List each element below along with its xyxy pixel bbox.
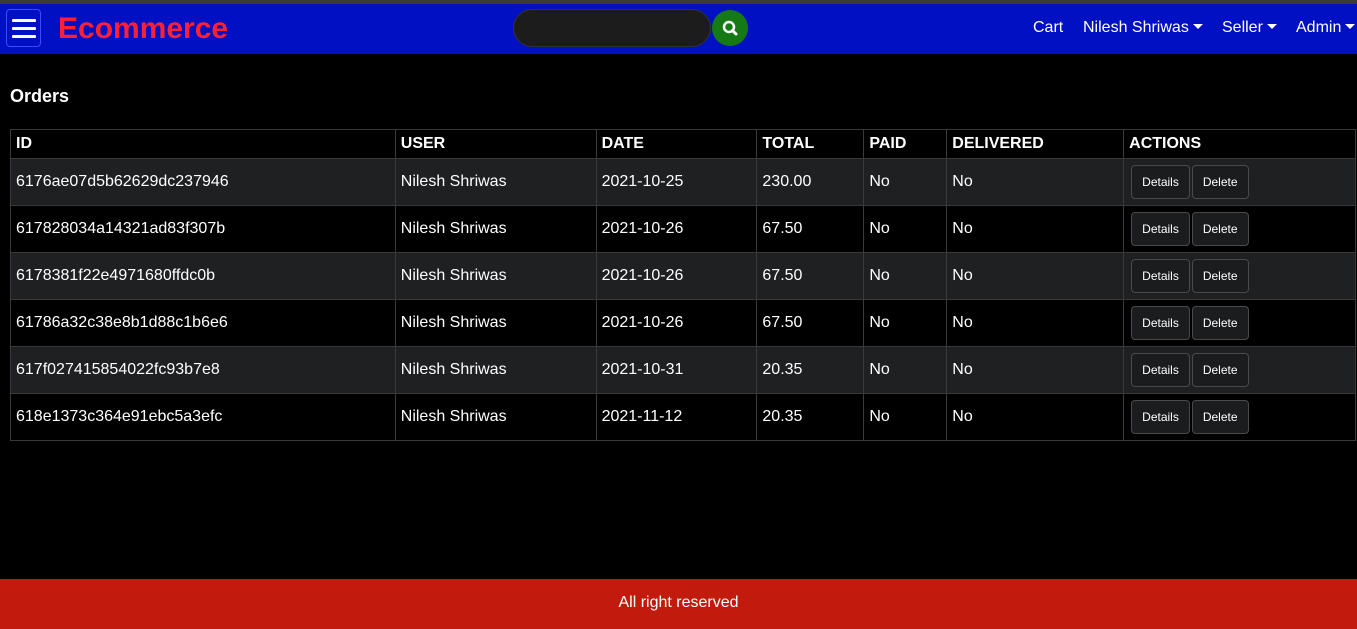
delete-button[interactable]: Delete [1191, 165, 1249, 199]
delete-button[interactable]: Delete [1191, 212, 1249, 246]
nav-admin-label: Admin [1296, 19, 1342, 36]
hamburger-icon-line [12, 19, 36, 22]
table-row: 6178381f22e4971680ffdc0b Nilesh Shriwas … [10, 252, 1356, 300]
cell-delivered: No [946, 393, 1125, 441]
search-input[interactable] [513, 9, 711, 47]
cell-user: Nilesh Shriwas [394, 346, 597, 394]
cell-user: Nilesh Shriwas [394, 158, 597, 206]
details-button[interactable]: Details [1131, 353, 1190, 387]
hamburger-menu-button[interactable] [6, 9, 41, 47]
cell-actions: Details Delete [1123, 299, 1356, 347]
search-icon [722, 20, 738, 36]
cell-actions: Details Delete [1123, 158, 1356, 206]
column-header-paid: PAID [863, 129, 948, 159]
table-row: 61786a32c38e8b1d88c1b6e6 Nilesh Shriwas … [10, 299, 1356, 347]
cell-total: 67.50 [756, 252, 865, 300]
cell-delivered: No [946, 299, 1125, 347]
cell-paid: No [863, 158, 948, 206]
cell-delivered: No [946, 158, 1125, 206]
nav-cart-link[interactable]: Cart [1033, 19, 1063, 37]
footer-text: All right reserved [618, 594, 739, 611]
search-button[interactable] [712, 10, 748, 46]
column-header-total: TOTAL [756, 129, 865, 159]
delete-button[interactable]: Delete [1191, 306, 1249, 340]
caret-down-icon [1345, 24, 1356, 29]
top-navbar: Ecommerce Cart Nilesh Shriwas Seller Adm… [0, 4, 1357, 54]
cell-actions: Details Delete [1123, 252, 1356, 300]
cell-date: 2021-11-12 [595, 393, 758, 441]
delete-button[interactable]: Delete [1191, 259, 1249, 293]
cell-id: 618e1373c364e91ebc5a3efc [10, 393, 396, 441]
cell-paid: No [863, 205, 948, 253]
cell-total: 67.50 [756, 299, 865, 347]
cell-paid: No [863, 299, 948, 347]
details-button[interactable]: Details [1131, 400, 1190, 434]
table-row: 6176ae07d5b62629dc237946 Nilesh Shriwas … [10, 158, 1356, 206]
hamburger-icon-line [12, 35, 36, 38]
nav-cart-label: Cart [1033, 19, 1064, 36]
column-header-id: ID [10, 129, 396, 159]
cell-total: 230.00 [756, 158, 865, 206]
caret-down-icon [1266, 24, 1277, 29]
details-button[interactable]: Details [1131, 165, 1190, 199]
cell-id: 617828034a14321ad83f307b [10, 205, 396, 253]
cell-date: 2021-10-26 [595, 205, 758, 253]
cell-actions: Details Delete [1123, 346, 1356, 394]
cell-total: 67.50 [756, 205, 865, 253]
cell-user: Nilesh Shriwas [394, 205, 597, 253]
cell-user: Nilesh Shriwas [394, 393, 597, 441]
details-button[interactable]: Details [1131, 212, 1190, 246]
nav-seller-label: Seller [1222, 19, 1263, 36]
cell-user: Nilesh Shriwas [394, 252, 597, 300]
table-row: 618e1373c364e91ebc5a3efc Nilesh Shriwas … [10, 393, 1356, 441]
cell-actions: Details Delete [1123, 205, 1356, 253]
cell-total: 20.35 [756, 346, 865, 394]
cell-delivered: No [946, 252, 1125, 300]
cell-date: 2021-10-26 [595, 252, 758, 300]
nav-user-label: Nilesh Shriwas [1083, 19, 1189, 36]
table-row: 617828034a14321ad83f307b Nilesh Shriwas … [10, 205, 1356, 253]
column-header-user: USER [394, 129, 597, 159]
cell-user: Nilesh Shriwas [394, 299, 597, 347]
cell-date: 2021-10-25 [595, 158, 758, 206]
column-header-delivered: DELIVERED [946, 129, 1125, 159]
nav-user-dropdown[interactable]: Nilesh Shriwas [1083, 19, 1203, 37]
cell-id: 6178381f22e4971680ffdc0b [10, 252, 396, 300]
cell-id: 6176ae07d5b62629dc237946 [10, 158, 396, 206]
cell-paid: No [863, 252, 948, 300]
cell-actions: Details Delete [1123, 393, 1356, 441]
caret-down-icon [1192, 24, 1203, 29]
cell-delivered: No [946, 346, 1125, 394]
orders-table: ID USER DATE TOTAL PAID DELIVERED ACTION… [10, 129, 1356, 441]
page-footer: All right reserved [0, 579, 1357, 629]
cell-paid: No [863, 346, 948, 394]
column-header-date: DATE [595, 129, 758, 159]
cell-delivered: No [946, 205, 1125, 253]
cell-paid: No [863, 393, 948, 441]
table-row: 617f027415854022fc93b7e8 Nilesh Shriwas … [10, 346, 1356, 394]
nav-seller-dropdown[interactable]: Seller [1222, 19, 1277, 37]
hamburger-icon-line [12, 27, 36, 30]
details-button[interactable]: Details [1131, 259, 1190, 293]
cell-date: 2021-10-26 [595, 299, 758, 347]
nav-admin-dropdown[interactable]: Admin [1296, 19, 1356, 37]
table-header-row: ID USER DATE TOTAL PAID DELIVERED ACTION… [10, 129, 1356, 159]
cell-total: 20.35 [756, 393, 865, 441]
cell-date: 2021-10-31 [595, 346, 758, 394]
delete-button[interactable]: Delete [1191, 400, 1249, 434]
column-header-actions: ACTIONS [1123, 129, 1356, 159]
cell-id: 617f027415854022fc93b7e8 [10, 346, 396, 394]
cell-id: 61786a32c38e8b1d88c1b6e6 [10, 299, 396, 347]
brand-logo-link[interactable]: Ecommerce [58, 12, 228, 46]
details-button[interactable]: Details [1131, 306, 1190, 340]
delete-button[interactable]: Delete [1191, 353, 1249, 387]
page-title: Orders [10, 86, 70, 106]
